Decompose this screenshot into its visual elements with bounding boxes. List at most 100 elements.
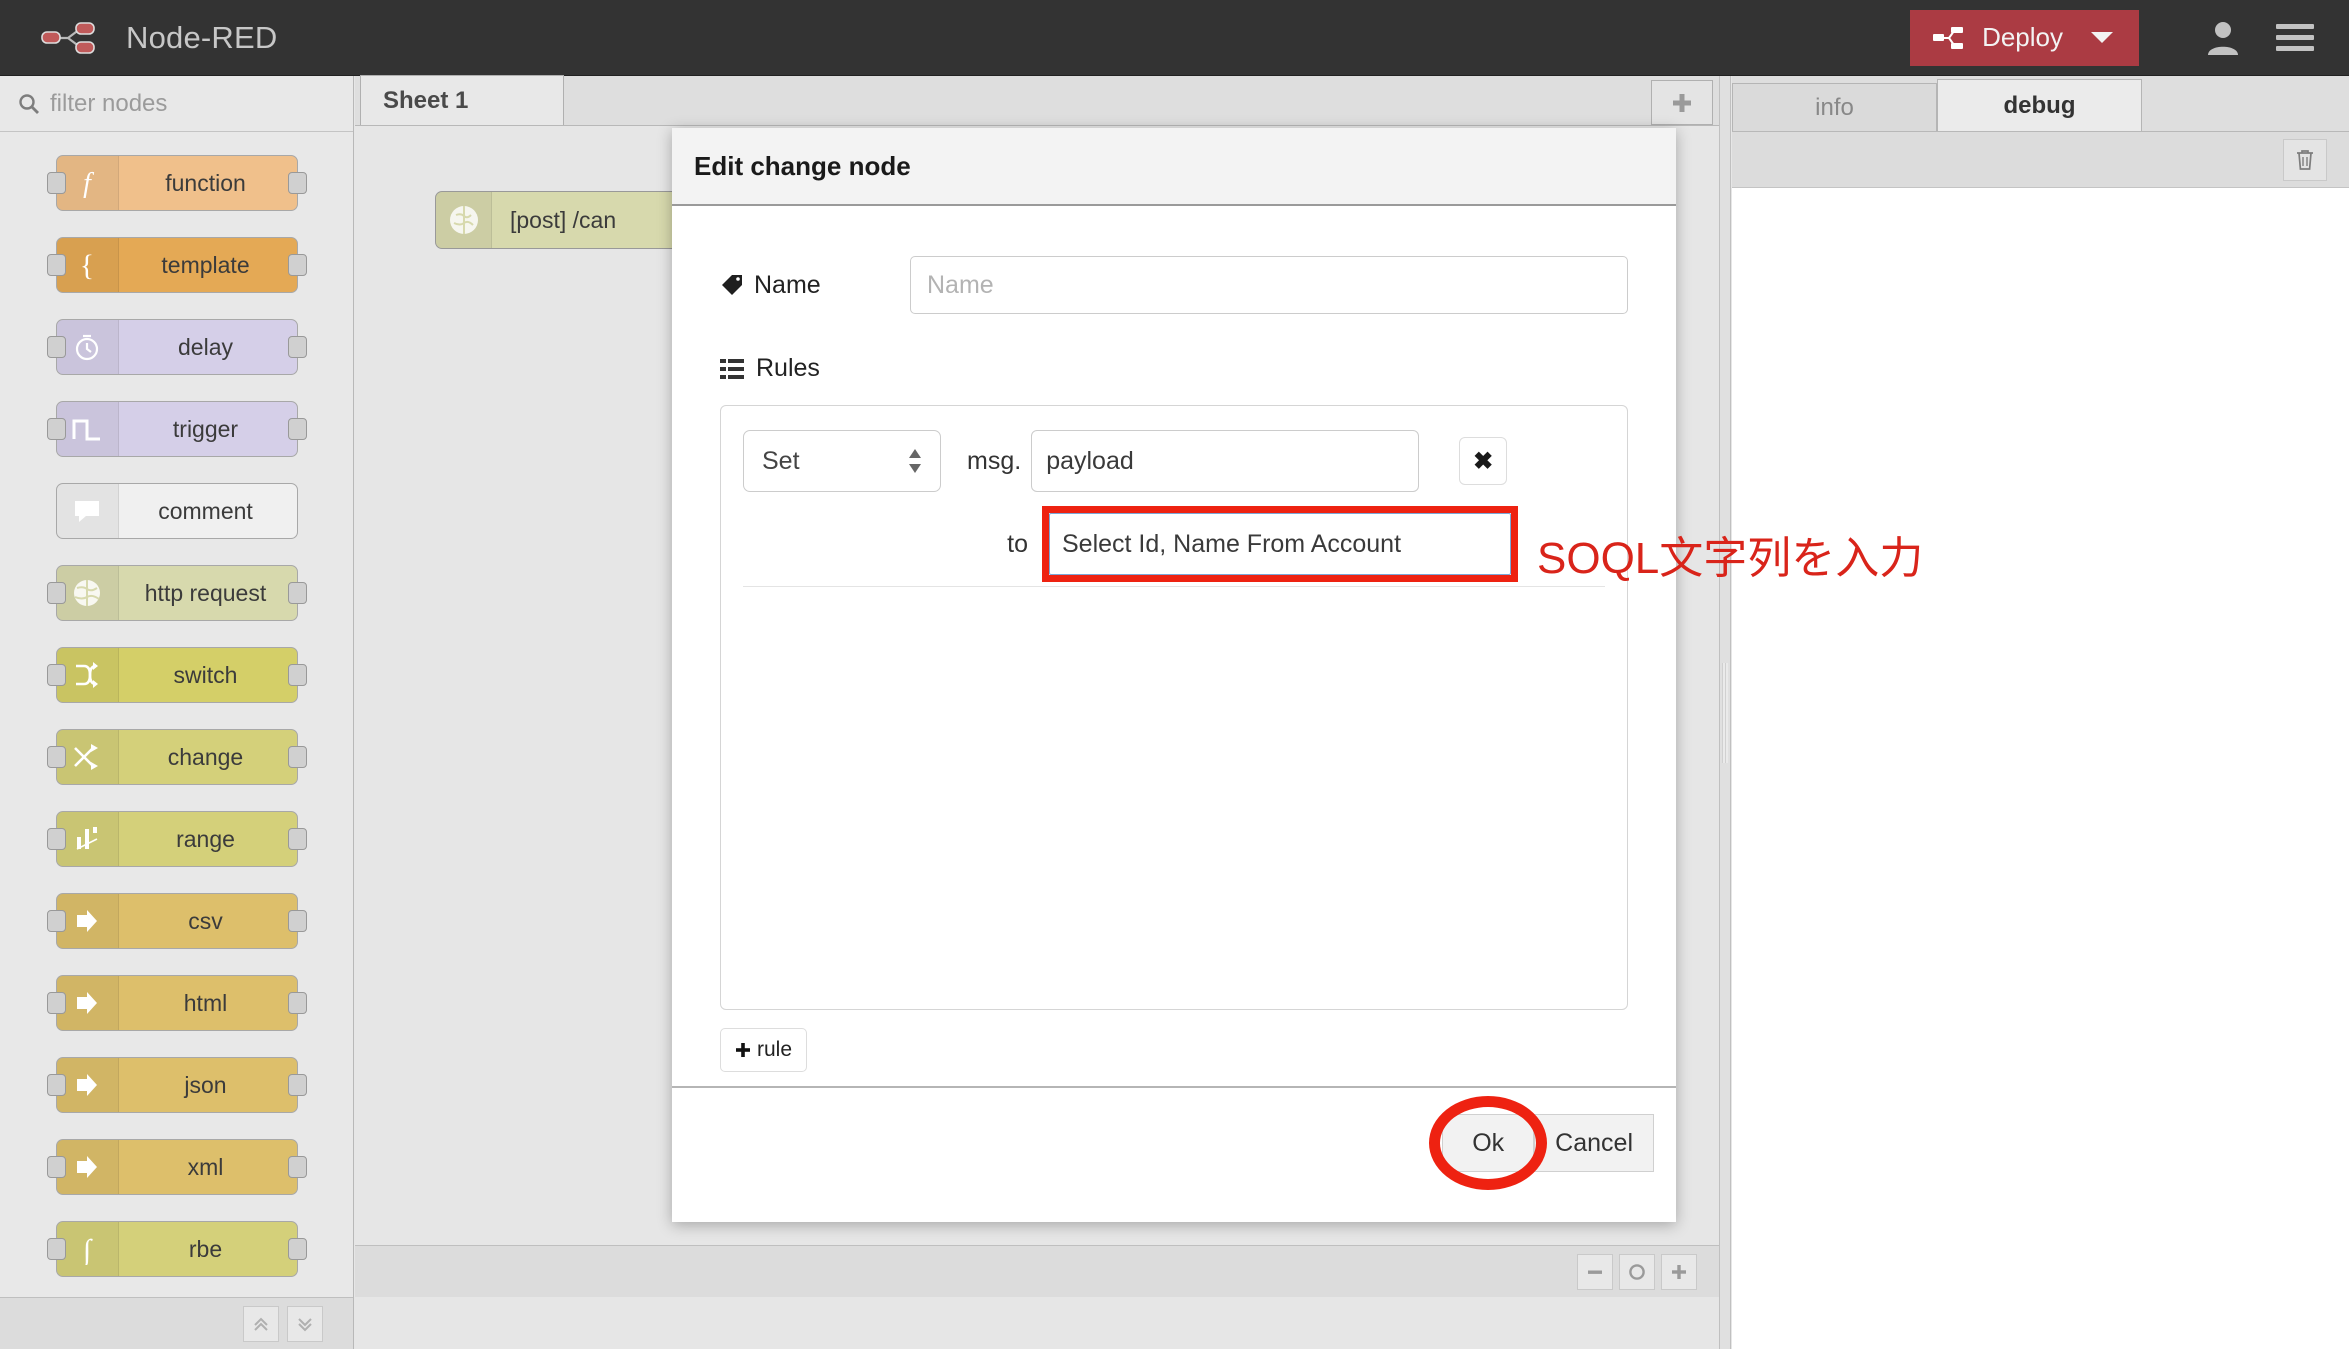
list-icon [720,358,744,379]
palette-node-switch[interactable]: switch [46,647,307,703]
name-label-text: Name [754,270,821,299]
hamburger-menu-icon [2276,23,2314,51]
msg-prefix-label: msg. [967,446,1022,475]
collapse-all-button[interactable] [243,1305,279,1342]
expand-all-button[interactable] [287,1305,323,1342]
node-output-port[interactable] [287,746,307,768]
node-input-port[interactable] [46,910,66,932]
shuffle-icon [74,744,98,770]
palette-node-csv[interactable]: csv [46,893,307,949]
node-output-port[interactable] [287,1156,307,1178]
node-output-port[interactable] [287,254,307,276]
main-menu-button[interactable] [2259,0,2331,76]
header-actions: Deploy [1910,0,2349,75]
add-rule-button[interactable]: rule [720,1028,808,1072]
node-output-port[interactable] [287,336,307,358]
rule-property-input[interactable] [1031,430,1420,492]
node-input-port[interactable] [46,828,66,850]
node-name-input[interactable] [910,256,1628,314]
palette-node-template[interactable]: { template [46,237,307,293]
palette-node-label: switch [173,661,238,688]
node-input-port[interactable] [46,1074,66,1096]
node-input-port[interactable] [46,582,66,604]
palette-node-icon-wrap: { [56,238,119,292]
palette-node-change[interactable]: change [46,729,307,785]
tab-debug[interactable]: debug [1937,79,2142,131]
node-output-port[interactable] [287,828,307,850]
filter-nodes-input[interactable] [50,89,320,118]
node-output-port[interactable] [287,910,307,932]
flow-tab-sheet-1[interactable]: Sheet 1 [360,75,564,125]
sidebar-splitter[interactable] [1719,76,1731,1349]
clear-debug-button[interactable] [2283,138,2327,181]
deploy-dropdown-caret-icon[interactable] [2091,32,2113,43]
add-flow-tab-button[interactable] [1651,80,1713,125]
palette-node-trigger[interactable]: trigger [46,401,307,457]
palette-node-icon-wrap [56,1140,119,1194]
node-output-port[interactable] [287,582,307,604]
rule-divider [743,586,1605,587]
palette-node-icon-wrap [56,1058,119,1112]
soql-annotation-text: SOQL文字列を入力 [1537,534,1924,583]
splitter-grip-icon [1722,662,1728,763]
palette-node-http-request[interactable]: http request [46,565,307,621]
palette-node-rbe[interactable]: ∫ rbe [46,1221,307,1277]
soql-highlight-box [1042,506,1518,582]
palette-node-icon-wrap [56,566,119,620]
node-output-port[interactable] [287,418,307,440]
node-input-port[interactable] [46,1238,66,1260]
palette-node-label: http request [144,579,267,606]
stopwatch-icon [75,334,99,361]
debug-message-list [1732,188,2349,1349]
palette-node-comment[interactable]: comment [55,483,298,539]
flow-node-http-in[interactable]: [post] /can [435,191,685,249]
ok-button-wrap: Ok [1429,1096,1548,1190]
palette-node-xml[interactable]: xml [46,1139,307,1195]
rule-row: SetChangeDeleteMove msg. ✖ [743,430,1605,492]
function-f-icon: f [83,168,94,199]
zoom-reset-button[interactable] [1619,1253,1655,1290]
node-input-port[interactable] [46,418,66,440]
palette-node-label: json [184,1071,227,1098]
node-input-port[interactable] [46,254,66,276]
zoom-in-button[interactable] [1661,1253,1697,1290]
palette-node-label: template [161,251,250,278]
palette-node-icon-wrap [56,484,119,538]
right-sidebar: info debug [1732,76,2349,1349]
node-input-port[interactable] [46,746,66,768]
node-input-port[interactable] [46,336,66,358]
delete-rule-button[interactable]: ✖ [1459,437,1508,485]
palette-node-delay[interactable]: delay [46,319,307,375]
palette-node-json[interactable]: json [46,1057,307,1113]
brand-title: Node-RED [126,19,278,55]
palette-node-range[interactable]: range [46,811,307,867]
zoom-out-button[interactable] [1577,1253,1613,1290]
node-output-port[interactable] [287,1238,307,1260]
deploy-button[interactable]: Deploy [1910,9,2139,66]
node-input-port[interactable] [46,992,66,1014]
cancel-button[interactable]: Cancel [1534,1114,1654,1172]
rule-to-value-input[interactable] [1049,513,1511,575]
node-input-port[interactable] [46,664,66,686]
rule-action-select[interactable]: SetChangeDeleteMove [743,430,941,492]
ok-button[interactable]: Ok [1442,1114,1535,1172]
node-output-port[interactable] [287,1074,307,1096]
node-input-port[interactable] [46,1156,66,1178]
palette-node-function[interactable]: f function [46,155,307,211]
search-icon [19,93,39,114]
tab-info-label: info [1815,93,1854,121]
dialog-header: Edit change node [672,128,1676,206]
node-output-port[interactable] [287,664,307,686]
tab-info[interactable]: info [1732,83,1937,131]
node-output-port[interactable] [287,992,307,1014]
brand-logo: Node-RED [40,18,277,58]
node-output-port[interactable] [287,172,307,194]
palette-node-label: html [183,989,228,1016]
node-input-port[interactable] [46,172,66,194]
user-menu-button[interactable] [2187,0,2259,76]
svg-text:∫: ∫ [81,1234,93,1265]
node-palette: f function { template delay trigger comment htt… [0,76,354,1349]
palette-node-label: rbe [188,1235,223,1262]
palette-node-html[interactable]: html [46,975,307,1031]
sidebar-tabs: info debug [1732,76,2349,132]
